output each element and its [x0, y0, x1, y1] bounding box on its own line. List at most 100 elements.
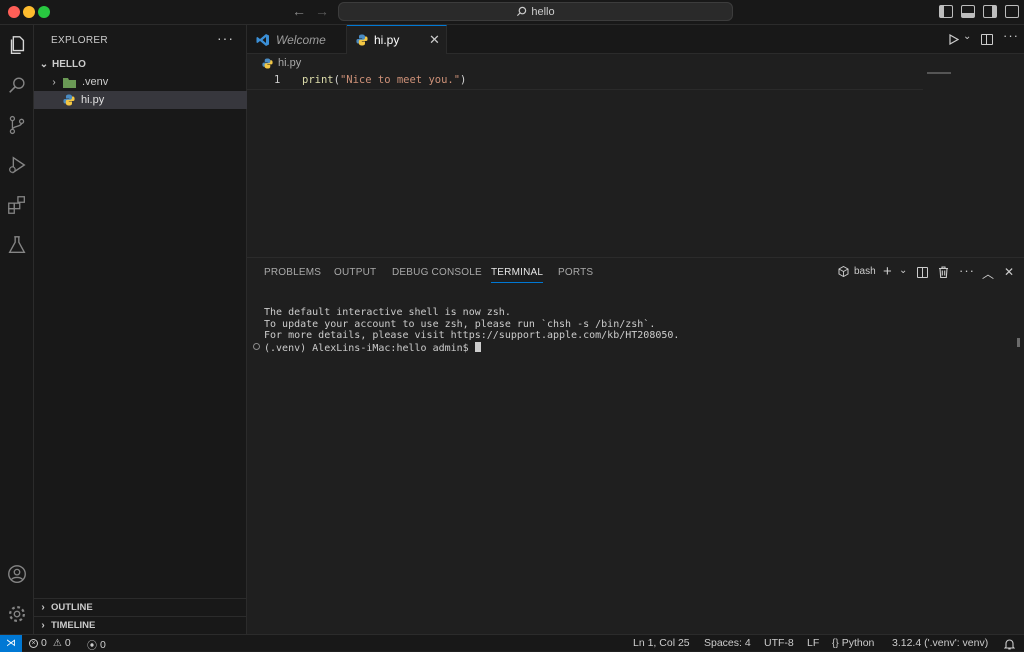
- status-bar: ⋊ × 0 ⚠ 0 ⦿ 0 Ln 1, Col 25 Spaces: 4 UTF…: [0, 634, 1024, 652]
- chevron-right-icon: ›: [52, 76, 56, 88]
- search-icon: [517, 6, 527, 17]
- search-view-icon[interactable]: [5, 73, 29, 97]
- run-and-debug-icon[interactable]: [5, 153, 29, 177]
- language-mode[interactable]: {} Python: [832, 637, 874, 649]
- terminal-line: The default interactive shell is now zsh…: [264, 307, 511, 318]
- terminal-shell-selector[interactable]: bash: [838, 266, 876, 277]
- end-of-line[interactable]: LF: [807, 637, 819, 649]
- timeline-label: TIMELINE: [51, 620, 96, 631]
- search-text: hello: [531, 5, 555, 18]
- current-line-highlight: [247, 89, 923, 90]
- trash-icon[interactable]: [938, 266, 949, 278]
- terminal-dropdown-chevron-icon[interactable]: ⌄: [899, 265, 907, 276]
- tab-label: Welcome: [276, 32, 326, 47]
- tree-item-label: hi.py: [81, 94, 105, 106]
- terminal-line: For more details, please visit https://s…: [264, 330, 680, 341]
- folder-name: HELLO: [52, 58, 86, 70]
- braces-icon: {}: [832, 637, 839, 649]
- cursor-position[interactable]: Ln 1, Col 25: [633, 637, 690, 649]
- tab-hi-py[interactable]: hi.py ✕: [347, 25, 447, 54]
- indentation[interactable]: Spaces: 4: [704, 637, 751, 649]
- explorer-icon[interactable]: [5, 33, 29, 57]
- toggle-secondary-sidebar-icon[interactable]: [983, 5, 997, 18]
- manage-gear-icon[interactable]: [5, 602, 29, 626]
- chevron-down-icon: ⌄: [39, 58, 49, 70]
- python-icon: [356, 34, 368, 46]
- customize-layout-icon[interactable]: [1005, 5, 1019, 18]
- ports-count: 0: [100, 638, 106, 651]
- more-actions-icon[interactable]: ···: [1003, 28, 1019, 43]
- ports-status[interactable]: ⦿ 0: [87, 637, 106, 652]
- outline-section[interactable]: › OUTLINE: [34, 598, 247, 616]
- folder-icon: [63, 77, 76, 88]
- code-paren-token: ): [460, 74, 467, 86]
- python-icon: [262, 57, 273, 69]
- code-line[interactable]: print("Nice to meet you."): [302, 74, 466, 86]
- activity-bar: [0, 25, 34, 634]
- python-interpreter[interactable]: 3.12.4 ('.venv': venv): [892, 637, 988, 649]
- line-number: 1: [274, 74, 281, 86]
- panel-tab-terminal[interactable]: TERMINAL: [491, 267, 544, 283]
- explorer-sidebar: EXPLORER ··· ⌄ HELLO › .venv hi.py › OUT…: [34, 25, 247, 634]
- explorer-title: EXPLORER: [51, 35, 108, 46]
- tree-item-hi-py[interactable]: hi.py: [34, 91, 247, 109]
- terminal-output[interactable]: The default interactive shell is now zsh…: [264, 307, 679, 354]
- panel-tab-debug-console[interactable]: DEBUG CONSOLE: [392, 267, 482, 278]
- tree-item-label: .venv: [82, 76, 109, 88]
- chevron-right-icon: ›: [41, 602, 45, 613]
- code-editor[interactable]: 1 print("Nice to meet you."): [247, 72, 927, 90]
- panel-divider[interactable]: [247, 257, 1024, 258]
- more-actions-icon[interactable]: ···: [217, 30, 234, 46]
- tab-welcome[interactable]: Welcome: [247, 25, 347, 54]
- command-decoration-icon[interactable]: [253, 343, 260, 350]
- toggle-primary-sidebar-icon[interactable]: [939, 5, 953, 18]
- tree-item-venv[interactable]: › .venv: [34, 73, 247, 91]
- panel-tab-problems[interactable]: PROBLEMS: [264, 267, 321, 278]
- forward-arrow-icon[interactable]: →: [315, 3, 329, 19]
- minimize-window-button[interactable]: [23, 6, 35, 18]
- panel-tab-output[interactable]: OUTPUT: [334, 267, 376, 278]
- terminal-scrollbar[interactable]: [1017, 338, 1020, 347]
- code-string-token: "Nice to meet you.": [339, 74, 461, 86]
- run-dropdown-chevron-icon[interactable]: ⌄: [963, 31, 971, 42]
- terminal-shell-icon: [838, 266, 849, 277]
- command-center-search[interactable]: hello: [338, 2, 733, 21]
- breadcrumb-file: hi.py: [278, 57, 302, 69]
- run-file-icon[interactable]: [949, 34, 959, 45]
- close-panel-icon[interactable]: ✕: [1004, 265, 1014, 279]
- close-tab-icon[interactable]: ✕: [429, 32, 440, 48]
- terminal-prompt: (.venv) AlexLins-iMac:hello admin$: [264, 342, 475, 354]
- file-encoding[interactable]: UTF-8: [764, 637, 794, 649]
- toggle-panel-icon[interactable]: [961, 5, 975, 18]
- breadcrumb[interactable]: hi.py: [262, 57, 301, 69]
- accounts-icon[interactable]: [5, 562, 29, 586]
- chevron-right-icon: ›: [41, 620, 45, 631]
- terminal-prompt-line: (.venv) AlexLins-iMac:hello admin$: [264, 341, 679, 355]
- maximize-window-button[interactable]: [38, 6, 50, 18]
- folder-header-hello[interactable]: ⌄ HELLO: [34, 55, 247, 73]
- new-terminal-plus-icon[interactable]: +: [883, 263, 892, 280]
- back-arrow-icon[interactable]: ←: [292, 3, 306, 19]
- close-window-button[interactable]: [8, 6, 20, 18]
- broadcast-icon: ⦿: [87, 641, 97, 652]
- split-editor-icon[interactable]: [981, 34, 993, 45]
- split-terminal-icon[interactable]: [917, 267, 928, 278]
- terminal-more-actions-icon[interactable]: ···: [959, 263, 975, 278]
- source-control-icon[interactable]: [5, 113, 29, 137]
- warning-count: 0: [64, 637, 71, 649]
- shell-name: bash: [854, 266, 876, 277]
- remote-indicator-icon[interactable]: ⋊: [0, 635, 22, 652]
- problems-status[interactable]: × 0 ⚠ 0: [29, 637, 71, 649]
- notifications-bell-icon[interactable]: [1004, 638, 1015, 650]
- title-bar: ← → hello: [0, 0, 1024, 25]
- panel-tab-ports[interactable]: PORTS: [558, 267, 593, 278]
- timeline-section[interactable]: › TIMELINE: [34, 616, 247, 634]
- error-count: 0: [41, 637, 47, 649]
- code-function-token: print: [302, 74, 334, 86]
- python-icon: [63, 94, 75, 106]
- minimap[interactable]: [927, 72, 951, 74]
- maximize-panel-chevron-up-icon[interactable]: ︿: [982, 265, 994, 282]
- terminal-cursor: [474, 341, 481, 352]
- extensions-icon[interactable]: [5, 193, 29, 217]
- testing-flask-icon[interactable]: [5, 233, 29, 257]
